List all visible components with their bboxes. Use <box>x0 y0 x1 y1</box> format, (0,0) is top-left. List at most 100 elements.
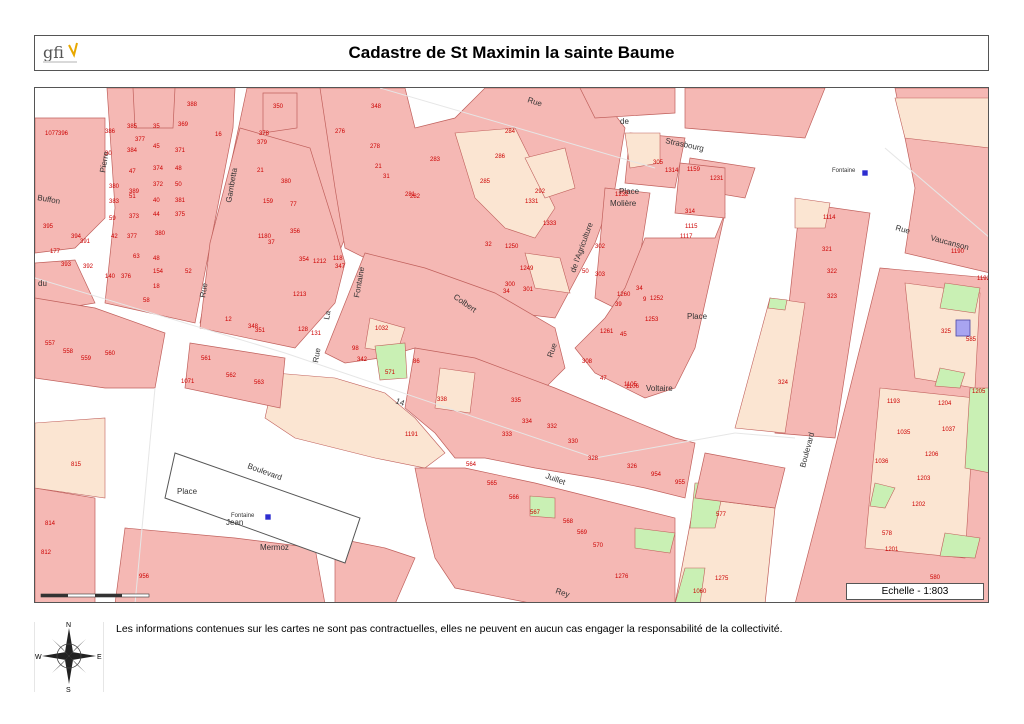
parcel-number: 1232 <box>615 192 629 198</box>
parcel-number: 375 <box>175 212 186 218</box>
parcel-number: 63 <box>133 254 140 260</box>
parcel-number: 1205 <box>972 389 986 395</box>
parcel-number: 1037 <box>942 427 956 433</box>
parcel-number: 16 <box>215 132 222 138</box>
parcel-number: 1190 <box>951 249 965 255</box>
parcel-number: 321 <box>822 247 833 253</box>
parcel-number: 393 <box>61 262 72 268</box>
parcel-number: 570 <box>593 543 604 549</box>
parcel-number: 1071 <box>181 379 195 385</box>
place-jean-label: Place <box>177 487 198 496</box>
mermoz-label: Mermoz <box>260 543 289 552</box>
parcel-number: 563 <box>254 380 265 386</box>
parcel-number: 305 <box>653 160 664 166</box>
parcel-number: 571 <box>385 370 396 376</box>
voltaire-label: Voltaire <box>646 384 673 393</box>
parcel-number: 47 <box>129 169 136 175</box>
parcel-number: 350 <box>273 104 284 110</box>
parcel-number: 1191 <box>405 432 419 438</box>
parcel-number: 59 <box>109 216 116 222</box>
parcel-number: 385 <box>127 124 138 130</box>
parcel-number: 1203 <box>917 476 931 482</box>
cadastre-map[interactable]: Rue de Strasbourg Pierre Gambetta Buffon… <box>34 87 989 603</box>
map-canvas[interactable]: Rue de Strasbourg Pierre Gambetta Buffon… <box>35 88 989 603</box>
parcel-number: 30 <box>105 151 112 157</box>
parcel-number: 21 <box>375 164 382 170</box>
parcel-number: 378 <box>259 131 270 137</box>
parcel-number: 356 <box>290 229 301 235</box>
parcel-number: 86 <box>413 359 420 365</box>
parcel-number: 328 <box>588 456 599 462</box>
parcel-number: 32 <box>485 242 492 248</box>
parcel-number: 347 <box>335 264 346 270</box>
parcel-number: 50 <box>582 269 589 275</box>
parcel-number: 335 <box>511 398 522 404</box>
parcel-number: 580 <box>930 575 941 581</box>
parcel-number: 48 <box>153 256 160 262</box>
moliere-label: Molière <box>610 199 637 208</box>
parcel-number: 348 <box>371 104 382 110</box>
parcel-number: 1159 <box>687 167 701 173</box>
parcel-number: 565 <box>487 481 498 487</box>
place-label: Place <box>687 312 708 321</box>
parcel-number: 338 <box>437 397 448 403</box>
parcel-number: 1201 <box>885 547 899 553</box>
parcel-number: 51 <box>129 194 136 200</box>
parcel-number: 1212 <box>313 259 327 265</box>
parcel-number: 380 <box>155 231 166 237</box>
compass-rose-icon: N S W E <box>33 620 105 694</box>
parcel-number: 285 <box>480 179 491 185</box>
parcel-number: 380 <box>109 184 120 190</box>
parcel-number: 388 <box>187 102 198 108</box>
parcel-number: 286 <box>495 154 506 160</box>
parcel-number: 284 <box>505 129 516 135</box>
parcel-number: 354 <box>299 257 310 263</box>
compass-e: E <box>97 654 102 661</box>
parcel-number: 392 <box>83 264 94 270</box>
parcel-number: 45 <box>153 144 160 150</box>
parcel-number: 39 <box>615 302 622 308</box>
parcel-number: 1202 <box>912 502 926 508</box>
parcel-number: 1032 <box>375 326 389 332</box>
parcel-number: 44 <box>153 212 160 218</box>
parcel-number: 1250 <box>505 244 519 250</box>
disclaimer-text: Les informations contenues sur les carte… <box>116 623 783 635</box>
jean-label: Jean <box>226 518 243 527</box>
parcel-number: 376 <box>121 274 132 280</box>
parcel-number: 377 <box>127 234 138 240</box>
parcel-number: 282 <box>410 194 421 200</box>
parcel-number: 334 <box>522 419 533 425</box>
parcel-number: 1204 <box>938 401 952 407</box>
parcel-number: 1276 <box>615 574 629 580</box>
parcel-number: 154 <box>153 269 164 275</box>
parcel-number: 1333 <box>543 221 557 227</box>
parcel-number: 292 <box>535 189 546 195</box>
parcel-number: 283 <box>430 157 441 163</box>
parcel-number: 77 <box>290 202 297 208</box>
parcel-number: 52 <box>185 269 192 275</box>
parcel-number: 131 <box>311 331 322 337</box>
parcel-number: 371 <box>175 148 186 154</box>
parcel-number: 1231 <box>710 176 724 182</box>
courtyard-815 <box>35 417 106 499</box>
compass-n: N <box>66 622 71 629</box>
parcel-number: 1260 <box>617 292 631 298</box>
parcel-number: 567 <box>530 510 541 516</box>
parcel-number: 322 <box>827 269 838 275</box>
parcel-number: 569 <box>577 530 588 536</box>
parcel-number: 1314 <box>665 168 679 174</box>
parcel-number: 50 <box>175 182 182 188</box>
parcel-number: 557 <box>45 341 56 347</box>
parcel-number: 1117 <box>680 234 693 240</box>
pool-marker <box>955 319 971 337</box>
parcel-number: 37 <box>268 240 275 246</box>
parcel-number: 1253 <box>645 317 659 323</box>
parcel-number: 325 <box>941 329 952 335</box>
parcel-number: 48 <box>175 166 182 172</box>
parcel-number: 45 <box>620 332 627 338</box>
parcel-number: 1261 <box>600 329 614 335</box>
parcel-number: 1275 <box>715 576 729 582</box>
parcel-number: 1077 <box>45 131 59 137</box>
parcel-number: 330 <box>568 439 579 445</box>
parcel-number: 1115 <box>685 224 698 230</box>
